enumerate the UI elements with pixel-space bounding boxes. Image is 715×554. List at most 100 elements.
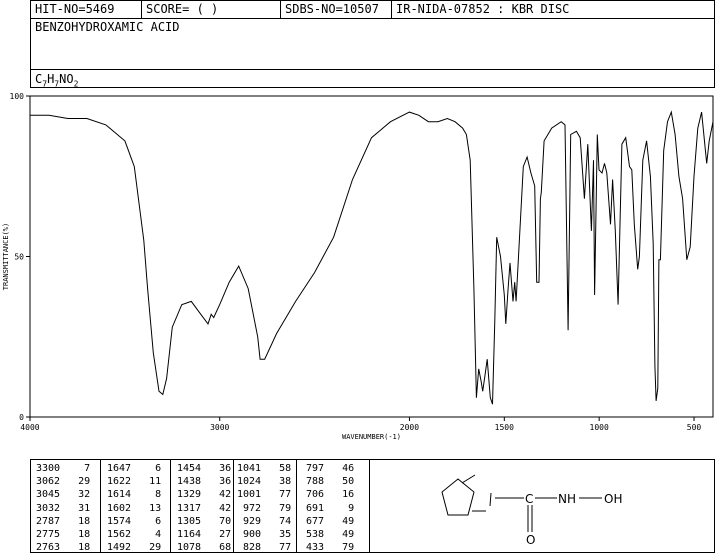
peak-row: 433 79 bbox=[300, 541, 354, 554]
peak-wavenumber: 1614 bbox=[107, 489, 132, 501]
peak-row: 1438 36 bbox=[177, 475, 231, 488]
x-tick-label: 2000 bbox=[400, 423, 419, 432]
peak-table-divider bbox=[170, 459, 171, 553]
peak-wavenumber: 1438 bbox=[177, 476, 202, 488]
peak-transmittance: 18 bbox=[60, 515, 91, 527]
peak-wavenumber: 3300 bbox=[36, 463, 61, 474]
peak-wavenumber: 972 bbox=[237, 502, 262, 514]
peak-wavenumber: 1454 bbox=[177, 463, 202, 474]
peak-row: 929 74 bbox=[237, 515, 291, 528]
peak-transmittance: 49 bbox=[324, 515, 355, 527]
x-tick-label: 3000 bbox=[210, 423, 229, 432]
peak-row: 1024 38 bbox=[237, 475, 291, 488]
peak-row: 706 16 bbox=[300, 488, 354, 501]
peak-row: 2775 18 bbox=[36, 528, 90, 541]
hit-number: HIT-NO=5469 bbox=[35, 2, 115, 16]
peak-wavenumber: 677 bbox=[300, 515, 325, 527]
peak-row: 677 49 bbox=[300, 515, 354, 528]
formula-rule bbox=[31, 69, 714, 70]
peak-row: 1454 36 bbox=[177, 462, 231, 475]
peak-row: 538 49 bbox=[300, 528, 354, 541]
compound-name: BENZOHYDROXAMIC ACID bbox=[35, 20, 180, 34]
peak-wavenumber: 691 bbox=[300, 502, 325, 514]
peak-table-divider bbox=[296, 459, 297, 553]
peak-row: 1602 13 bbox=[107, 502, 161, 515]
peak-transmittance: 11 bbox=[131, 476, 162, 488]
peak-transmittance: 79 bbox=[324, 542, 355, 554]
structure-diagram: C NH OH O bbox=[441, 474, 622, 547]
ring-double-bond bbox=[461, 474, 476, 484]
x-tick-label: 1000 bbox=[590, 423, 609, 432]
x-tick-label: 500 bbox=[687, 423, 702, 432]
peak-wavenumber: 1574 bbox=[107, 515, 132, 527]
peak-wavenumber: 1001 bbox=[237, 489, 262, 501]
peak-transmittance: 6 bbox=[131, 515, 162, 527]
ir-spectrum-chart: 4000 3000 2000 1500 1000 500 0 50 100 WAVENUMBER(… bbox=[2, 92, 714, 441]
molecular-formula: C7H7NO2 bbox=[35, 72, 79, 89]
carbon-label: C bbox=[525, 492, 533, 506]
peak-transmittance: 27 bbox=[201, 529, 232, 540]
peak-row: 1562 4 bbox=[107, 528, 161, 541]
peak-wavenumber: 1622 bbox=[107, 476, 132, 488]
peak-row: 3062 29 bbox=[36, 475, 90, 488]
peak-transmittance: 42 bbox=[201, 502, 232, 514]
peak-row: 797 46 bbox=[300, 462, 354, 475]
peak-table-divider bbox=[233, 459, 234, 553]
peak-row: 3045 32 bbox=[36, 488, 90, 501]
header-rule bbox=[31, 18, 714, 19]
peak-transmittance: 49 bbox=[324, 529, 355, 540]
ring-double-bond bbox=[489, 492, 492, 507]
peak-wavenumber: 1647 bbox=[107, 463, 132, 474]
peak-wavenumber: 828 bbox=[237, 542, 262, 554]
peak-row: 3032 31 bbox=[36, 502, 90, 515]
peak-transmittance: 18 bbox=[60, 542, 91, 554]
peak-row: 972 79 bbox=[237, 502, 291, 515]
peak-transmittance: 77 bbox=[261, 489, 292, 501]
peak-row: 691 9 bbox=[300, 502, 354, 515]
peak-wavenumber: 1602 bbox=[107, 502, 132, 514]
nh-label: NH bbox=[558, 492, 576, 506]
peak-transmittance: 32 bbox=[60, 489, 91, 501]
peak-wavenumber: 929 bbox=[237, 515, 262, 527]
x-axis-label: WAVENUMBER(-1) bbox=[342, 433, 401, 441]
peak-wavenumber: 1492 bbox=[107, 542, 132, 554]
peak-wavenumber: 797 bbox=[300, 463, 325, 474]
peak-row: 828 77 bbox=[237, 541, 291, 554]
peak-table-divider bbox=[369, 459, 370, 553]
benzene-ring bbox=[441, 478, 475, 516]
peak-transmittance: 77 bbox=[261, 542, 292, 554]
peak-row: 1041 58 bbox=[237, 462, 291, 475]
peak-row: 1647 6 bbox=[107, 462, 161, 475]
peak-wavenumber: 706 bbox=[300, 489, 325, 501]
ir-nida-info: IR-NIDA-07852 : KBR DISC bbox=[396, 2, 570, 16]
peak-wavenumber: 1024 bbox=[237, 476, 262, 488]
peak-wavenumber: 1164 bbox=[177, 529, 202, 540]
y-axis-label: TRANSMITTANCE(%) bbox=[2, 223, 10, 290]
peak-row: 2787 18 bbox=[36, 515, 90, 528]
header-panel: HIT-NO=5469 SCORE= ( ) SDBS-NO=10507 IR-… bbox=[30, 0, 715, 88]
peak-wavenumber: 2763 bbox=[36, 542, 61, 554]
peak-wavenumber: 2787 bbox=[36, 515, 61, 527]
plot-frame bbox=[29, 95, 714, 418]
x-tick-label: 4000 bbox=[20, 423, 39, 432]
peak-row: 1001 77 bbox=[237, 488, 291, 501]
peak-transmittance: 42 bbox=[201, 489, 232, 501]
score: SCORE= ( ) bbox=[146, 2, 219, 16]
peak-table-divider bbox=[100, 459, 101, 553]
peak-row: 1329 42 bbox=[177, 488, 231, 501]
peak-row: 1622 11 bbox=[107, 475, 161, 488]
peak-row: 1574 6 bbox=[107, 515, 161, 528]
peak-transmittance: 74 bbox=[261, 515, 292, 527]
peak-transmittance: 9 bbox=[324, 502, 355, 514]
peak-transmittance: 58 bbox=[261, 463, 292, 474]
oxygen-label: O bbox=[526, 533, 535, 547]
peak-row: 1305 70 bbox=[177, 515, 231, 528]
peak-row: 1164 27 bbox=[177, 528, 231, 541]
peak-transmittance: 38 bbox=[261, 476, 292, 488]
peak-row: 1614 8 bbox=[107, 488, 161, 501]
peak-row: 3300 7 bbox=[36, 462, 90, 475]
peak-row: 1078 68 bbox=[177, 541, 231, 554]
peak-transmittance: 36 bbox=[201, 476, 232, 488]
peak-transmittance: 7 bbox=[60, 463, 91, 474]
peak-row: 2763 18 bbox=[36, 541, 90, 554]
